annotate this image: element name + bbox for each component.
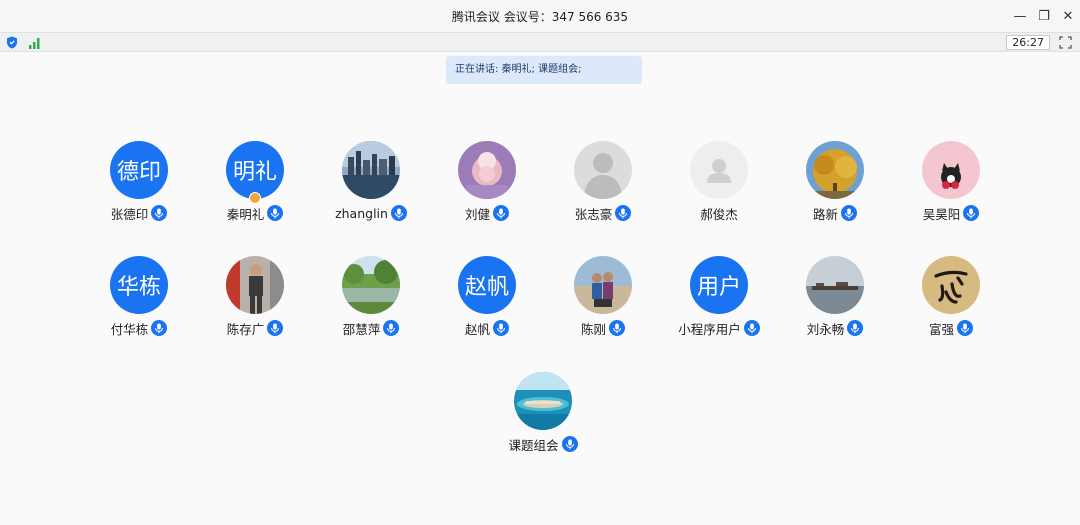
avatar[interactable]: [922, 256, 980, 314]
participant-tile[interactable]: 陈刚: [545, 256, 661, 346]
participant-name: 张德印: [110, 206, 149, 222]
avatar[interactable]: [342, 256, 400, 314]
window-controls: — ❐ ✕: [1008, 0, 1080, 32]
avatar[interactable]: [514, 372, 572, 430]
participant-name-row: 课题组会: [485, 435, 601, 453]
microphone-icon[interactable]: [151, 320, 168, 336]
participant-name-row: 秦明礼: [197, 204, 313, 222]
participant-name: 陈刚: [580, 321, 606, 337]
avatar[interactable]: [342, 141, 400, 199]
participant-tile[interactable]: 邵慧萍: [313, 256, 429, 346]
participant-tile[interactable]: 富强: [893, 256, 1009, 346]
participant-tile[interactable]: 明礼 秦明礼: [197, 141, 313, 231]
participant-name: 吴昊阳: [922, 206, 961, 222]
microphone-icon[interactable]: [493, 205, 509, 221]
microphone-icon[interactable]: [847, 320, 864, 336]
avatar[interactable]: 华栋: [110, 256, 168, 314]
participant-name: zhanglin: [335, 205, 388, 221]
title-bar: 腾讯会议 会议号：347 566 635 — ❐ ✕: [0, 0, 1080, 32]
microphone-icon[interactable]: [267, 320, 284, 336]
participant-tile[interactable]: 吴昊阳: [893, 141, 1009, 231]
participant-name-row: 刘健: [429, 204, 545, 222]
participant-tile[interactable]: 郝俊杰: [661, 141, 777, 231]
microphone-icon[interactable]: [615, 205, 632, 221]
avatar[interactable]: [226, 256, 284, 314]
participant-name-row: 张德印: [81, 204, 197, 222]
participant-tile[interactable]: 刘健: [429, 141, 545, 231]
participant-name: 小程序用户: [678, 321, 741, 337]
avatar[interactable]: [806, 141, 864, 199]
fullscreen-icon[interactable]: [1059, 36, 1072, 49]
participant-name: 郝俊杰: [700, 206, 738, 222]
meeting-timer: 26:27: [1006, 35, 1050, 50]
participant-name: 陈存广: [226, 321, 265, 337]
participant-name-row: 路新: [777, 204, 893, 222]
participant-tile[interactable]: 用户小程序用户: [661, 256, 777, 346]
avatar[interactable]: 用户: [690, 256, 748, 314]
participant-tile[interactable]: zhanglin: [313, 141, 429, 231]
speaking-indicator: 正在讲话: 秦明礼; 课题组会;: [446, 56, 642, 84]
participant-tile[interactable]: 张志豪: [545, 141, 661, 231]
participant-tile[interactable]: 华栋 付华栋: [81, 256, 197, 346]
avatar[interactable]: [574, 141, 632, 199]
minimize-icon[interactable]: —: [1008, 9, 1032, 24]
participant-name-row: 郝俊杰: [661, 204, 777, 222]
microphone-icon[interactable]: [841, 205, 857, 221]
signal-icon[interactable]: [28, 36, 42, 49]
participant-name: 富强: [928, 321, 954, 337]
microphone-icon[interactable]: [963, 205, 980, 221]
participant-name: 刘永畅: [806, 321, 845, 337]
participant-name-row: 张志豪: [545, 204, 661, 222]
participant-name: 路新: [812, 206, 838, 222]
microphone-icon[interactable]: [609, 320, 625, 336]
avatar[interactable]: [574, 256, 632, 314]
host-badge-icon: [249, 192, 261, 204]
microphone-icon[interactable]: [957, 320, 973, 336]
participant-name: 刘健: [464, 206, 490, 222]
participant-name: 张志豪: [574, 206, 613, 222]
participant-name: 课题组会: [508, 437, 559, 453]
microphone-icon[interactable]: [390, 205, 407, 221]
participant-name-row: 吴昊阳: [893, 204, 1009, 222]
avatar[interactable]: [806, 256, 864, 314]
avatar[interactable]: [458, 141, 516, 199]
microphone-icon[interactable]: [267, 205, 284, 221]
participant-tile[interactable]: 赵帆 赵帆: [429, 256, 545, 346]
avatar[interactable]: [690, 141, 748, 199]
participant-name-row: 付华栋: [81, 319, 197, 337]
participant-name-row: 刘永畅: [777, 319, 893, 337]
participant-tile[interactable]: 课题组会: [485, 372, 601, 462]
participant-name-row: zhanglin: [313, 204, 429, 222]
microphone-icon[interactable]: [743, 320, 760, 336]
participant-name-row: 小程序用户: [661, 319, 777, 337]
participant-name-row: 邵慧萍: [313, 319, 429, 337]
participant-tile[interactable]: 陈存广: [197, 256, 313, 346]
shield-icon[interactable]: [6, 36, 18, 49]
microphone-icon[interactable]: [383, 320, 400, 336]
participant-name-row: 赵帆: [429, 319, 545, 337]
close-icon[interactable]: ✕: [1056, 9, 1080, 24]
participant-name-row: 陈存广: [197, 319, 313, 337]
participant-name-row: 富强: [893, 319, 1009, 337]
participant-name: 秦明礼: [226, 206, 265, 222]
participant-name: 付华栋: [110, 321, 149, 337]
avatar[interactable]: [922, 141, 980, 199]
participant-name: 赵帆: [464, 321, 490, 337]
participant-tile[interactable]: 德印 张德印: [81, 141, 197, 231]
microphone-icon[interactable]: [151, 205, 168, 221]
avatar[interactable]: 德印: [110, 141, 168, 199]
avatar[interactable]: 明礼: [226, 141, 284, 199]
avatar[interactable]: 赵帆: [458, 256, 516, 314]
participant-name: 邵慧萍: [342, 321, 381, 337]
meeting-toolbar: 26:27: [0, 32, 1080, 52]
participant-tile[interactable]: 路新: [777, 141, 893, 231]
window-title: 腾讯会议 会议号：347 566 635: [451, 9, 629, 24]
restore-icon[interactable]: ❐: [1032, 9, 1056, 24]
microphone-icon[interactable]: [493, 320, 509, 336]
microphone-icon[interactable]: [561, 436, 578, 452]
participant-tile[interactable]: 刘永畅: [777, 256, 893, 346]
participant-name-row: 陈刚: [545, 319, 661, 337]
